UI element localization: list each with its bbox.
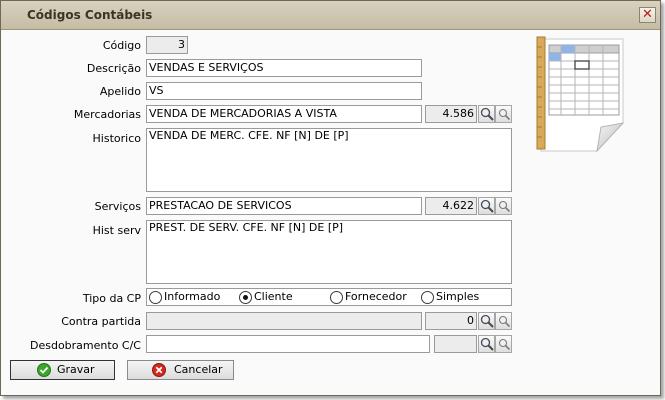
- radio-cliente-label: Cliente: [254, 290, 293, 303]
- contra-partida-search-button[interactable]: [478, 312, 495, 330]
- cancelar-label: Cancelar: [174, 363, 223, 376]
- desdobramento-label: Desdobramento C/C: [30, 339, 141, 352]
- desdobramento-code-field[interactable]: [434, 335, 477, 353]
- desdobramento-field[interactable]: [146, 335, 430, 353]
- cancel-icon: [152, 363, 166, 377]
- hist-serv-textarea[interactable]: PREST. DE SERV. CFE. NF [N] DE [P]: [146, 220, 512, 284]
- radio-circle[interactable]: [149, 291, 162, 304]
- cancelar-button[interactable]: Cancelar: [127, 360, 234, 380]
- apelido-field[interactable]: VS: [146, 82, 422, 100]
- tipo-cp-radio-group: Informado Cliente Fornecedor Simples: [146, 288, 512, 306]
- title-bar[interactable]: Códigos Contábeis ✕: [1, 1, 660, 30]
- descricao-label: Descrição: [86, 62, 141, 75]
- dialog-window: Códigos Contábeis ✕ Código 3 Descrição V…: [0, 0, 661, 396]
- servicos-search-button[interactable]: [478, 197, 495, 215]
- tipo-cp-label: Tipo da CP: [82, 292, 141, 305]
- hist-serv-label: Hist serv: [92, 224, 141, 237]
- mercadorias-code-field[interactable]: 4.586: [425, 105, 477, 123]
- gravar-button[interactable]: Gravar: [10, 360, 115, 380]
- magnifier-icon: [480, 337, 494, 351]
- historico-textarea[interactable]: VENDA DE MERC. CFE. NF [N] DE [P]: [146, 128, 512, 192]
- magnifier-icon: [480, 107, 494, 121]
- mercadorias-label: Mercadorias: [73, 108, 141, 121]
- servicos-field[interactable]: PRESTACAO DE SERVICOS: [146, 197, 422, 215]
- mercadorias-field[interactable]: VENDA DE MERCADORIAS A VISTA: [146, 105, 422, 123]
- descricao-field[interactable]: VENDAS E SERVIÇOS: [146, 59, 422, 77]
- close-button[interactable]: ✕: [639, 7, 656, 23]
- magnifier-icon: [480, 314, 494, 328]
- check-icon: [37, 363, 51, 377]
- radio-circle-selected[interactable]: [239, 291, 252, 304]
- magnifier-small-icon: [498, 338, 511, 351]
- window-title: Códigos Contábeis: [27, 8, 153, 22]
- magnifier-small-icon: [498, 200, 511, 213]
- servicos-label: Serviços: [94, 200, 141, 213]
- servicos-code-field[interactable]: 4.622: [425, 197, 477, 215]
- contra-partida-field[interactable]: [146, 312, 422, 330]
- desdobramento-search-alt-button[interactable]: [495, 335, 512, 353]
- radio-simples-label: Simples: [436, 290, 480, 303]
- radio-informado-label: Informado: [164, 290, 221, 303]
- servicos-search-alt-button[interactable]: [495, 197, 512, 215]
- codigo-label: Código: [102, 39, 141, 52]
- mercadorias-search-button[interactable]: [478, 105, 495, 123]
- mercadorias-search-alt-button[interactable]: [495, 105, 512, 123]
- radio-circle[interactable]: [421, 291, 434, 304]
- close-icon[interactable]: ✕: [642, 7, 653, 22]
- radio-fornecedor-label: Fornecedor: [345, 290, 407, 303]
- magnifier-small-icon: [498, 315, 511, 328]
- magnifier-icon: [480, 199, 494, 213]
- desdobramento-search-button[interactable]: [478, 335, 495, 353]
- contra-partida-label: Contra partida: [61, 315, 141, 328]
- codigo-field[interactable]: 3: [146, 36, 188, 54]
- apelido-label: Apelido: [99, 85, 141, 98]
- radio-circle[interactable]: [330, 291, 343, 304]
- contra-partida-code-field[interactable]: 0: [425, 312, 477, 330]
- contra-partida-search-alt-button[interactable]: [495, 312, 512, 330]
- magnifier-small-icon: [498, 108, 511, 121]
- spreadsheet-icon: [535, 35, 630, 158]
- historico-label: Historico: [92, 132, 141, 145]
- gravar-label: Gravar: [57, 363, 95, 376]
